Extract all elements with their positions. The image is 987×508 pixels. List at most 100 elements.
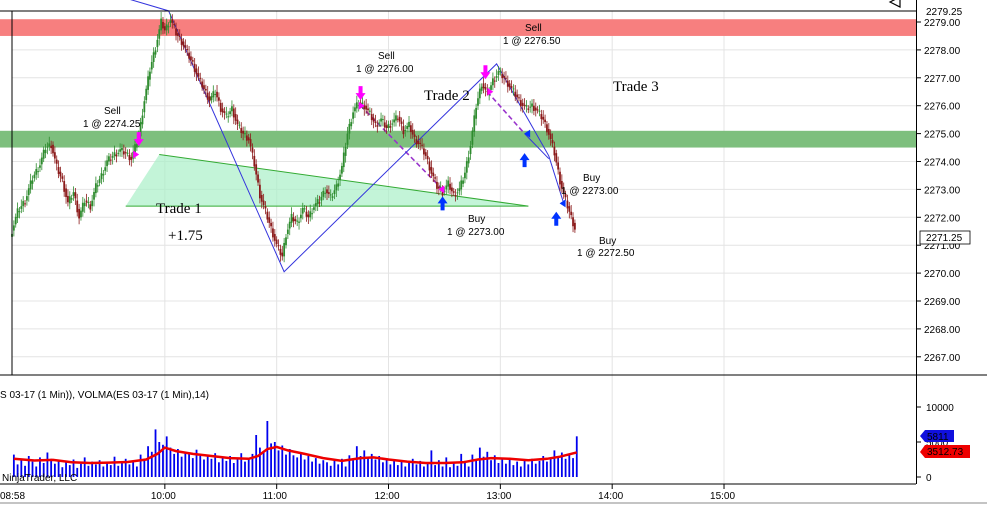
candle-body-740 [424,152,427,156]
candle-body-744 [432,172,435,177]
candle-body-580 [126,152,129,154]
candle-body-766 [473,115,476,132]
volume-bar-115 [441,466,444,477]
candle-body-669 [292,217,295,222]
candle-body-675 [303,208,306,210]
candle-body-810 [555,153,558,163]
candle-body-724 [395,115,397,121]
price-tick-label-0: 2279.00 [924,18,961,29]
price-tick-label-4: 2275.00 [924,130,961,141]
volume-bar-24 [102,466,105,477]
fill-label-6: 1 @ 2272.50 [577,248,635,259]
candle-body-546 [63,181,66,192]
candle-body-683 [318,202,321,204]
volume-bar-120 [460,453,463,477]
candle-body-764 [469,145,472,155]
candle-body-630 [219,102,222,112]
candle-body-709 [367,108,369,111]
candle-body-668 [290,213,293,223]
candle-body-606 [175,28,177,36]
candle-body-619 [199,77,202,79]
candle-body-678 [309,211,312,218]
candle-body-616 [193,63,196,72]
candle-body-711 [370,114,373,121]
candle-body-798 [532,105,535,111]
candle-body-549 [68,196,71,204]
candle-body-621 [203,85,205,89]
volume-bar-44 [176,449,179,477]
volume-bar-131 [501,458,504,477]
volume-bar-78 [303,459,306,477]
candle-body-723 [393,119,396,123]
fill-label-3: 1 @ 2273.00 [447,227,505,238]
candle-body-796 [529,106,532,108]
candle-body-726 [398,116,401,122]
candle-body-741 [426,155,429,160]
price-zone-0 [0,19,916,36]
candle-body-561 [91,200,94,207]
candle-body-638 [234,114,237,121]
candle-body-708 [365,105,368,110]
candle-body-568 [104,167,107,171]
candle-body-523 [20,206,23,209]
candle-body-782 [503,75,505,78]
candle-body-538 [48,143,51,147]
candle-body-776 [491,78,494,86]
volume-bar-113 [434,465,437,477]
volume-bar-97 [374,459,377,477]
volume-bar-105 [404,466,407,477]
time-tick-label-4: 14:00 [598,491,623,502]
candle-body-771 [482,83,485,89]
volume-bar-145 [553,450,556,477]
candle-body-811 [557,162,560,170]
candle-body-593 [150,61,153,70]
candle-body-784 [506,80,509,87]
candle-body-729 [404,130,407,132]
candle-body-692 [335,184,338,191]
candle-body-631 [221,108,224,113]
volume-bar-66 [259,447,261,477]
candle-body-731 [408,121,410,128]
price-tick-label-2: 2277.00 [924,74,961,85]
volume-bar-67 [262,452,265,477]
trade-1-label: Trade 1 [156,201,202,217]
candle-body-622 [204,88,207,91]
volume-bar-20 [87,465,90,477]
candle-body-612 [186,48,189,50]
candle-body-790 [518,97,520,99]
candle-body-756 [454,194,457,197]
candle-body-598 [160,18,163,31]
volume-bar-57 [225,460,228,477]
candle-body-760 [462,180,464,184]
candle-body-787 [512,88,515,90]
candle-body-535 [42,149,45,159]
volume-bar-29 [121,462,123,477]
time-tick-label-3: 13:00 [486,491,511,502]
candle-body-594 [152,52,155,62]
fill-label-5-side: Buy [583,173,600,184]
volume-bar-91 [352,460,354,477]
price-tick-label-7: 2272.00 [924,213,961,224]
candle-body-820 [574,222,576,230]
candle-body-657 [270,222,272,227]
candle-body-777 [493,80,496,82]
candle-body-644 [245,135,248,141]
time-tick-label-2: 12:00 [375,491,400,502]
candle-body-627 [214,93,217,95]
candle-body-553 [76,200,79,213]
candle-body-752 [447,180,450,187]
candle-body-579 [124,152,127,154]
candle-body-528 [29,180,32,190]
volume-bar-31 [128,464,131,477]
volume-bar-18 [80,463,82,477]
volume-bar-42 [169,447,172,477]
candle-body-788 [514,91,517,97]
candle-body-565 [98,179,101,183]
price-tick-label-3: 2276.00 [924,102,961,113]
candle-body-557 [83,202,86,207]
candle-body-624 [208,96,211,102]
candle-body-688 [327,192,330,194]
candle-body-544 [59,171,62,177]
candle-body-772 [484,87,487,90]
price-tick-label-5: 2274.00 [924,158,961,169]
